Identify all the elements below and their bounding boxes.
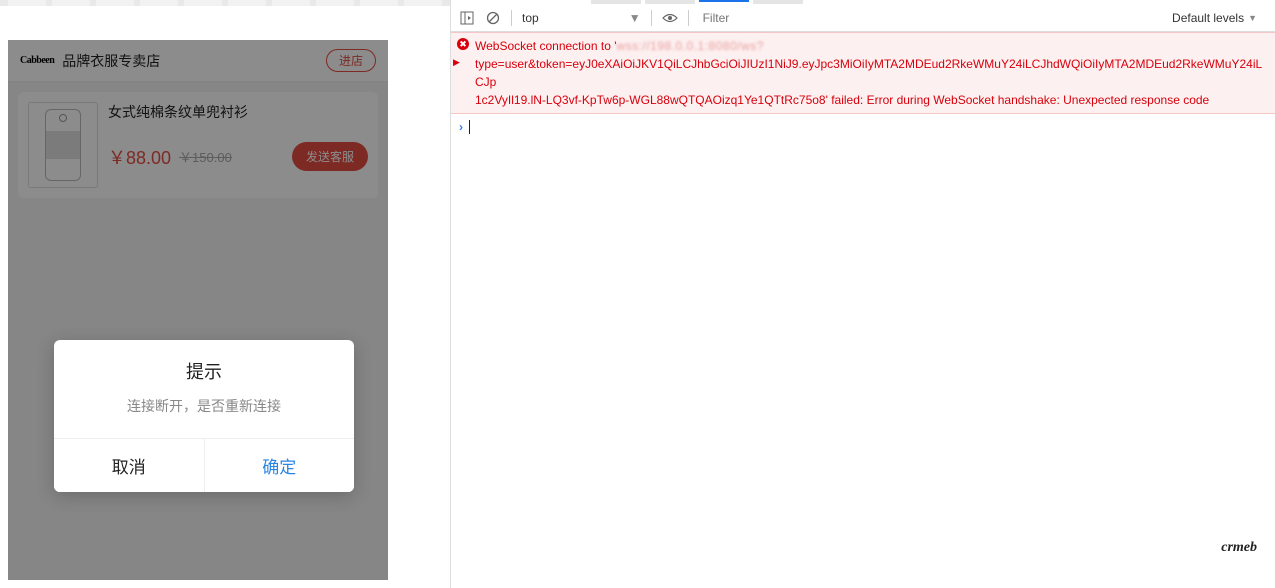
clear-console-icon[interactable] (485, 10, 501, 26)
console-body[interactable]: ✖ ▶ WebSocket connection to 'wss://198.0… (451, 32, 1275, 588)
devtools-panel: top ▼ Default levels ▼ ✖ ▶ WebSocket con… (450, 0, 1275, 588)
context-selector[interactable]: top ▼ (522, 11, 641, 25)
mobile-frame: Cabbeen 品牌衣服专卖店 进店 女式纯棉条纹单兜衬衫 ￥88.00 ￥15… (8, 40, 388, 580)
text-cursor (469, 120, 470, 134)
dialog-message: 连接断开，是否重新连接 (54, 396, 354, 438)
error-line2: type=user&token=eyJ0eXAiOiJKV1QiLCJhbGci… (475, 57, 1262, 89)
console-prompt[interactable]: › (451, 114, 1275, 140)
eye-icon[interactable] (662, 10, 678, 26)
error-line1-redacted: wss://198.0.0.1:8080/ws? (617, 39, 764, 53)
levels-label: Default levels (1172, 11, 1244, 25)
expand-caret-icon[interactable]: ▶ (453, 56, 460, 70)
console-toolbar: top ▼ Default levels ▼ (451, 4, 1275, 32)
ok-button[interactable]: 确定 (205, 439, 355, 492)
console-error-message[interactable]: ✖ ▶ WebSocket connection to 'wss://198.0… (451, 32, 1275, 114)
watermark: crmeb (1221, 540, 1257, 556)
confirm-dialog: 提示 连接断开，是否重新连接 取消 确定 (54, 340, 354, 492)
error-line3: 1c2VyIl19.lN-LQ3vf-KpTw6p-WGL88wQTQAOizq… (475, 93, 1209, 107)
dialog-title: 提示 (54, 340, 354, 396)
tab-console[interactable] (699, 0, 749, 2)
modal-backdrop[interactable] (8, 40, 388, 580)
ruler-strip (0, 0, 450, 6)
chevron-down-icon: ▼ (1248, 13, 1257, 23)
chevron-down-icon: ▼ (629, 11, 641, 25)
mobile-preview-column: Cabbeen 品牌衣服专卖店 进店 女式纯棉条纹单兜衬衫 ￥88.00 ￥15… (0, 0, 450, 588)
filter-input[interactable] (699, 9, 1162, 27)
error-line1-prefix: WebSocket connection to ' (475, 39, 617, 53)
error-icon: ✖ (457, 38, 469, 50)
cancel-button[interactable]: 取消 (54, 439, 205, 492)
log-levels-selector[interactable]: Default levels ▼ (1172, 11, 1257, 25)
toggle-sidebar-icon[interactable] (459, 10, 475, 26)
context-label: top (522, 11, 539, 25)
prompt-caret-icon: › (459, 118, 463, 136)
